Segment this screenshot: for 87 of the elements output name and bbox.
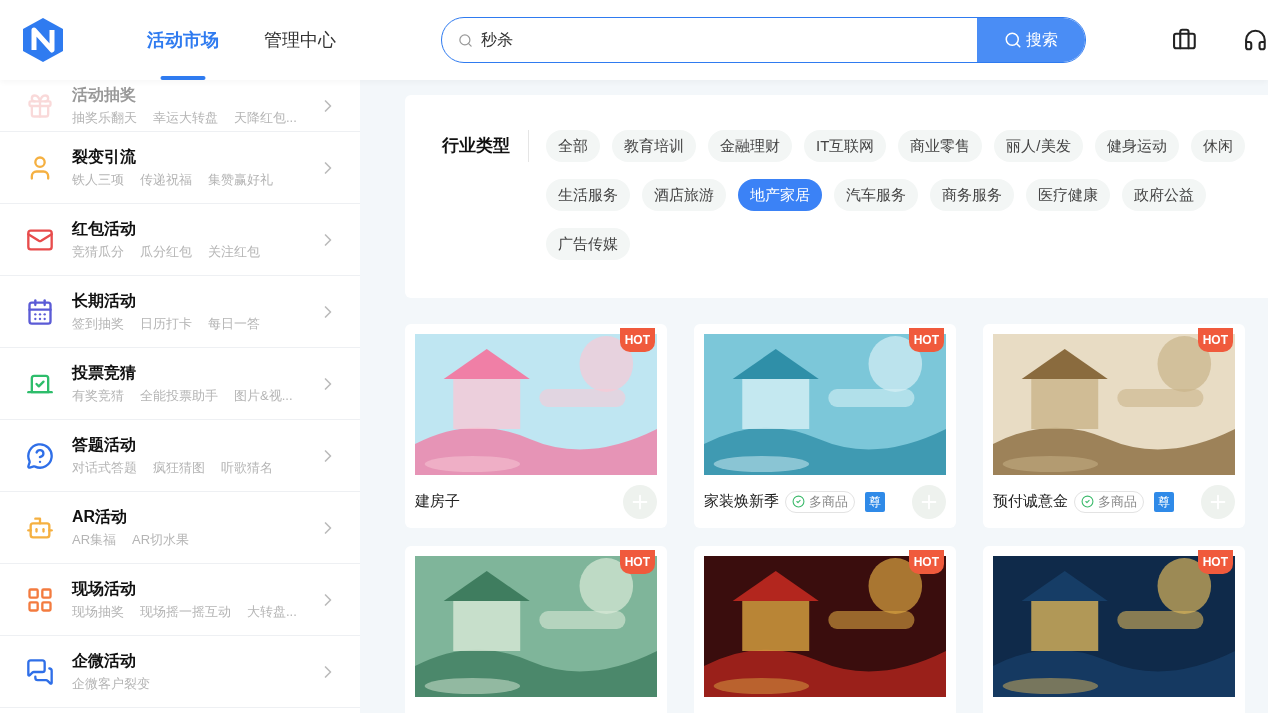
category-link[interactable]: 天降红包... <box>234 107 297 128</box>
category-title: 投票竞猜 <box>72 362 137 383</box>
headset-icon[interactable] <box>1243 27 1268 53</box>
category-title: 活动抽奖 <box>72 84 137 105</box>
category-link[interactable]: AR集福 <box>72 529 117 550</box>
category-title: 长期活动 <box>72 290 137 311</box>
industry-tag[interactable]: 地产家居 <box>738 179 822 211</box>
category-link[interactable]: 全能投票助手 <box>140 385 218 406</box>
category-link[interactable]: 瓜分红包 <box>140 241 192 262</box>
category-link[interactable]: 疯狂猜图 <box>153 457 205 478</box>
hot-badge: HOT <box>619 328 655 352</box>
category-title: 红包活动 <box>72 218 137 239</box>
category-link[interactable]: 铁人三项 <box>72 169 124 190</box>
category-link[interactable]: 企微客户裂变 <box>72 673 150 694</box>
industry-tag[interactable]: 酒店旅游 <box>642 179 726 211</box>
activity-card[interactable]: HOT 预付诚意金 多商品 尊 <box>983 324 1245 528</box>
industry-tag[interactable]: 生活服务 <box>546 179 630 211</box>
sidebar-item[interactable]: 答题活动 对话式答题 疯狂猜图 听歌猜名 <box>0 420 360 492</box>
question-icon <box>26 441 54 470</box>
category-link[interactable]: 竞猜瓜分 <box>72 241 124 262</box>
industry-tag[interactable]: 商务服务 <box>930 179 1014 211</box>
logo-icon[interactable] <box>20 17 66 63</box>
category-link[interactable]: 抽奖乐翻天 <box>72 107 137 128</box>
chat-icon <box>26 657 54 686</box>
sidebar-item[interactable]: 企微活动 企微客户裂变 <box>0 636 360 708</box>
search-button[interactable]: 搜索 <box>977 18 1086 62</box>
search-icon <box>458 32 473 48</box>
category-link[interactable]: AR切水果 <box>132 529 190 550</box>
category-link[interactable]: 关注红包 <box>208 241 260 262</box>
category-link[interactable]: 幸运大转盘 <box>153 107 218 128</box>
category-link[interactable]: 现场抽奖 <box>72 601 124 622</box>
industry-tag[interactable]: 医疗健康 <box>1026 179 1110 211</box>
category-title: 裂变引流 <box>72 146 137 167</box>
card-title: 建房子 <box>415 491 460 512</box>
category-link[interactable]: 图片&视... <box>234 385 293 406</box>
category-link[interactable]: 听歌猜名 <box>221 457 273 478</box>
industry-tag[interactable]: 教育培训 <box>612 130 696 162</box>
category-link[interactable]: 大转盘... <box>247 601 297 622</box>
filter-label: 行业类型 <box>442 130 529 162</box>
sidebar-item[interactable]: 裂变引流 铁人三项 传递祝福 集赞赢好礼 <box>0 132 360 204</box>
category-link[interactable]: 有奖竞猜 <box>72 385 124 406</box>
industry-tag[interactable]: 全部 <box>546 130 600 162</box>
industry-tag[interactable]: 休闲 <box>1190 130 1245 162</box>
activity-card[interactable]: HOT 建房子 <box>405 324 667 528</box>
activity-card[interactable]: HOT <box>983 546 1245 713</box>
industry-tag[interactable]: 广告传媒 <box>546 228 630 260</box>
category-title: 答题活动 <box>72 434 137 455</box>
category-link[interactable]: 对话式答题 <box>72 457 137 478</box>
category-link[interactable]: 传递祝福 <box>140 169 192 190</box>
industry-tag[interactable]: 汽车服务 <box>834 179 918 211</box>
activity-card[interactable]: HOT <box>405 546 667 713</box>
industry-tag[interactable]: 丽人/美发 <box>994 130 1083 162</box>
industry-tag[interactable]: 商业零售 <box>898 130 983 162</box>
industry-tag[interactable]: IT互联网 <box>804 130 887 162</box>
check-icon <box>792 495 805 508</box>
activity-card[interactable]: HOT 家装焕新季 多商品 尊 <box>694 324 956 528</box>
vip-badge: 尊 <box>1154 491 1174 512</box>
hot-badge: HOT <box>619 550 655 574</box>
search-value: 秒杀 <box>481 30 514 50</box>
vip-badge: 尊 <box>865 491 885 512</box>
search-icon <box>1004 31 1023 49</box>
category-link[interactable]: 日历打卡 <box>140 313 192 334</box>
industry-tag[interactable]: 健身运动 <box>1094 130 1179 162</box>
activity-card[interactable]: HOT <box>694 546 956 713</box>
industry-tag[interactable]: 金融理财 <box>708 130 792 162</box>
sidebar-item[interactable]: 活动抽奖 抽奖乐翻天 幸运大转盘 天降红包... <box>0 80 360 132</box>
card-title: 家装焕新季 <box>704 491 779 512</box>
hot-badge: HOT <box>1197 550 1233 574</box>
hot-badge: HOT <box>908 550 944 574</box>
gift-icon <box>26 91 54 120</box>
category-title: 企微活动 <box>72 650 137 671</box>
grid-icon <box>26 585 54 614</box>
category-link[interactable]: 集赞赢好礼 <box>208 169 273 190</box>
nav-tab[interactable]: 管理中心 <box>264 0 336 80</box>
sidebar-item[interactable]: AR活动 AR集福 AR切水果 <box>0 492 360 564</box>
sidebar-item[interactable]: 红包活动 竞猜瓜分 瓜分红包 关注红包 <box>0 204 360 276</box>
hot-badge: HOT <box>1197 328 1233 352</box>
category-title: 现场活动 <box>72 578 137 599</box>
industry-tag[interactable]: 政府公益 <box>1122 179 1206 211</box>
nav-tab[interactable]: 活动市场 <box>147 0 219 80</box>
category-link[interactable]: 签到抽奖 <box>72 313 124 334</box>
calendar-icon <box>26 297 54 326</box>
check-icon <box>1081 495 1094 508</box>
card-title: 预付诚意金 <box>993 491 1068 512</box>
hot-badge: HOT <box>908 328 944 352</box>
sidebar-item[interactable]: 投票竞猜 有奖竞猜 全能投票助手 图片&视... <box>0 348 360 420</box>
category-title: AR活动 <box>72 506 129 527</box>
